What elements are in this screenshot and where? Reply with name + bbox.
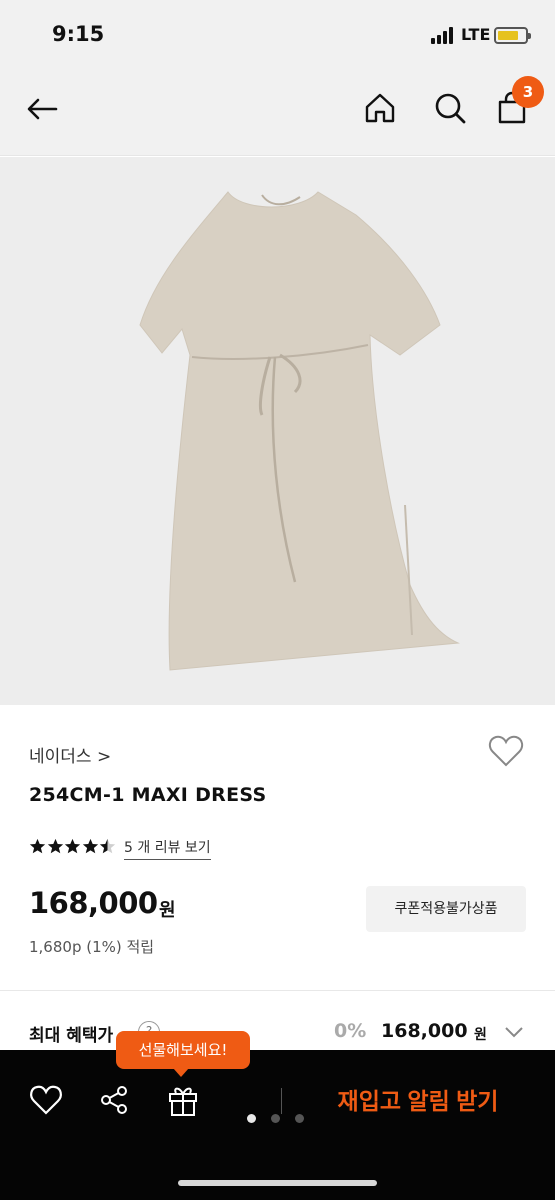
benefit-price: 168,000 [381,1020,468,1042]
restock-alert-button[interactable]: 재입고 알림 받기 [300,1078,536,1124]
reward-points: 1,680p (1%) 적립 [29,938,155,956]
review-link[interactable]: 5 개 리뷰 보기 [124,837,211,860]
chevron-down-icon[interactable] [503,1025,525,1039]
price-unit: 원 [159,900,176,921]
heart-icon[interactable] [29,1084,63,1116]
network-type: LTE [461,25,491,44]
heart-icon[interactable] [487,733,525,769]
star-icon [99,838,116,854]
product-name: 254CM-1 MAXI DRESS [29,784,267,806]
brand-link[interactable]: 네이더스 > [29,742,111,767]
star-icon [47,838,63,854]
max-benefit-label: 최대 혜택가 [29,1026,114,1046]
dress-photo [139,191,460,671]
divider [281,1088,282,1114]
page-dot [247,1114,256,1123]
home-icon[interactable] [362,90,398,126]
star-icon [82,838,98,854]
gift-tooltip[interactable]: 선물해보세요! [116,1031,250,1069]
cart-count-badge: 3 [512,76,544,108]
home-indicator [178,1180,377,1186]
share-icon[interactable] [98,1084,130,1116]
battery-icon [494,27,531,44]
status-time: 9:15 [52,22,105,46]
back-arrow-icon[interactable] [22,92,62,126]
bottom-action-bar [0,1050,555,1200]
benefit-discount: 0% [334,1020,367,1042]
rating-stars [29,838,117,856]
page-dot [271,1114,280,1123]
signal-icon [431,27,457,44]
search-icon[interactable] [432,90,468,126]
page-dot [295,1114,304,1123]
gift-icon[interactable] [165,1082,201,1118]
divider [0,990,555,991]
status-bar: 9:15 LTE [0,0,555,70]
star-icon [29,838,46,854]
tooltip-tail [173,1068,189,1077]
page-indicator [247,1114,319,1123]
coupon-badge: 쿠폰적용불가상품 [366,886,526,932]
product-image[interactable] [0,157,555,705]
star-icon [64,838,81,854]
product-price: 168,000 [29,886,158,920]
benefit-unit: 원 [474,1027,487,1043]
app-header [0,70,555,156]
